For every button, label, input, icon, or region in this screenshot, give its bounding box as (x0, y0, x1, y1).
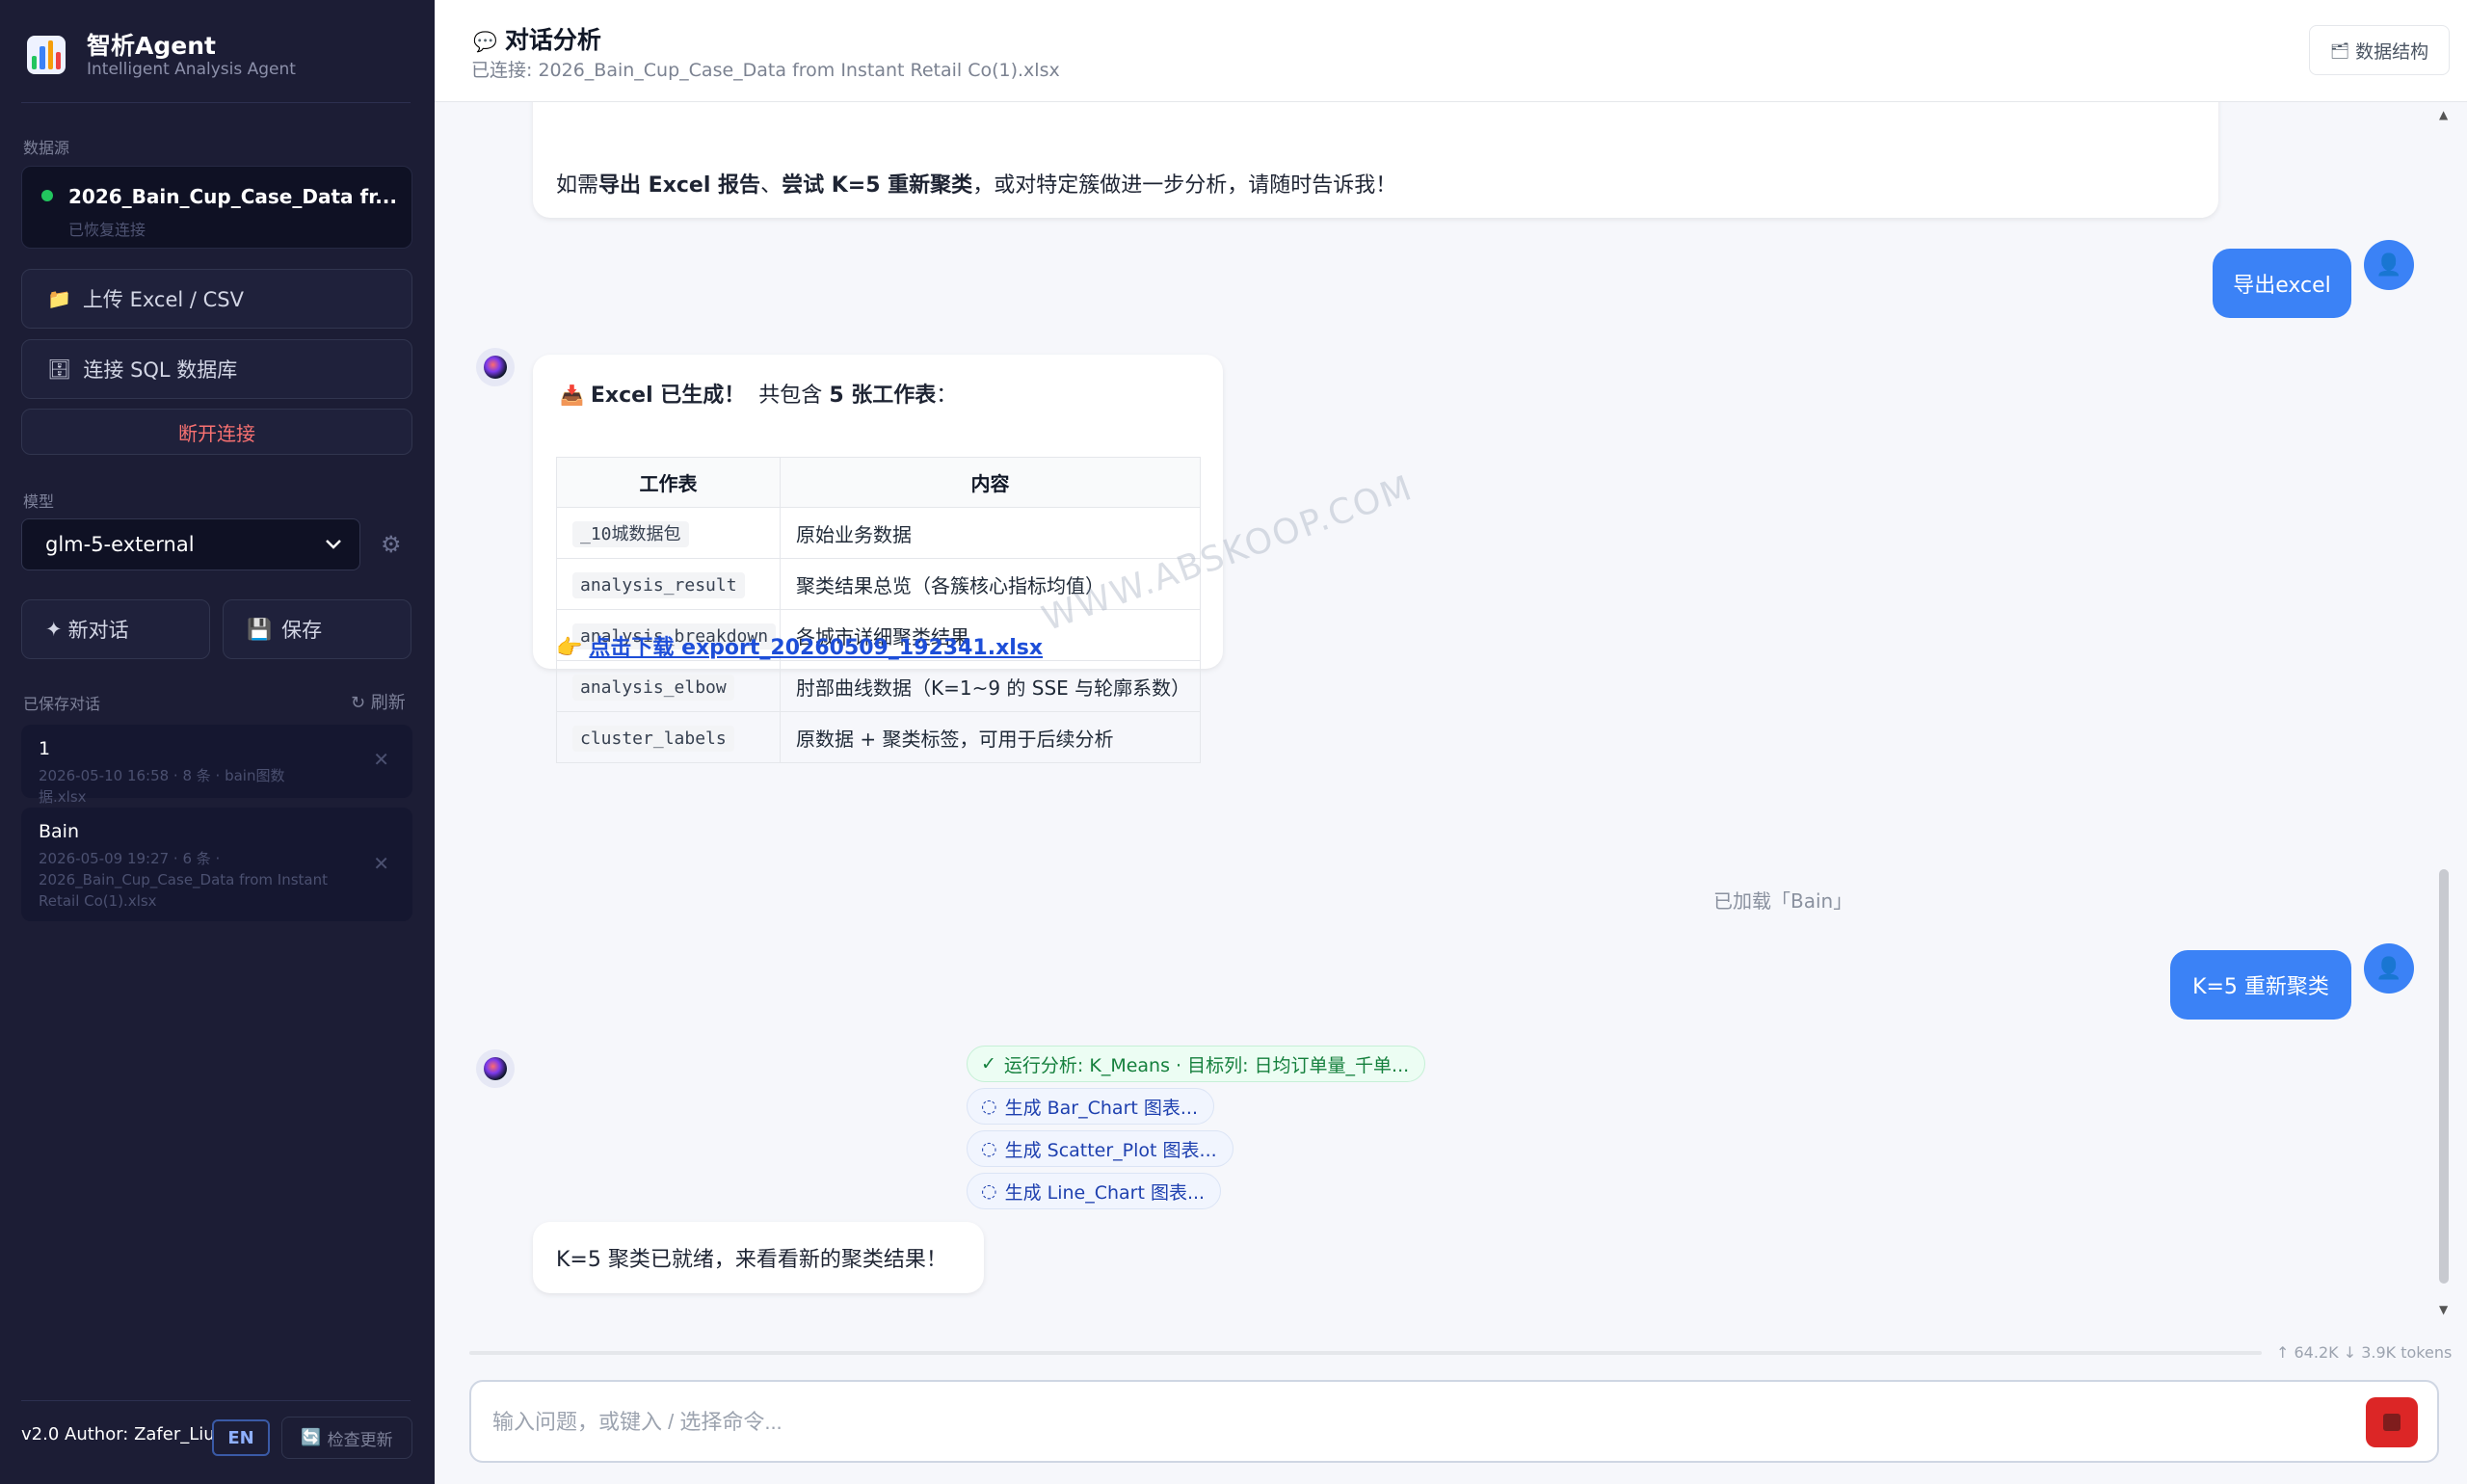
model-value: glm-5-external (45, 533, 195, 556)
conversation-title: 1 (39, 738, 51, 759)
stop-icon (2383, 1414, 2401, 1431)
version-author: v2.0 Author: Zafer_Liu (21, 1424, 215, 1444)
app-logo-icon (27, 36, 66, 74)
scroll-down-icon[interactable]: ▼ (2439, 1303, 2448, 1316)
floppy-icon: 💾 (247, 617, 273, 641)
connect-sql-button[interactable]: 🗄 连接 SQL 数据库 (21, 339, 412, 399)
step-pill: ✓ 运行分析: K_Means · 目标列: 日均订单量_千单... (967, 1046, 1426, 1082)
bot-avatar-icon (476, 1049, 515, 1088)
database-icon: 🗄 (47, 358, 72, 381)
schema-label: 数据结构 (2355, 40, 2429, 63)
check-icon: ✓ (981, 1053, 996, 1074)
language-toggle[interactable]: EN (212, 1419, 270, 1456)
scrollbar-thumb[interactable] (2439, 869, 2449, 1284)
step-pill: ◌ 生成 Line_Chart 图表... (967, 1173, 1222, 1209)
page-title: 💬 对话分析 (473, 26, 601, 54)
check-update-button[interactable]: 🔄 检查更新 (281, 1417, 412, 1459)
connect-sql-label: 连接 SQL 数据库 (83, 358, 238, 382)
conversation-meta: 2026-05-10 16:58 · 8 条 · bain图数据.xlsx (39, 767, 285, 806)
upload-button[interactable]: 📁 上传 Excel / CSV (21, 269, 412, 329)
datasource-card[interactable]: 2026_Bain_Cup_Case_Data fr... 已恢复连接 (21, 166, 412, 249)
spinner-icon: ◌ (981, 1096, 997, 1117)
model-select[interactable]: glm-5-external (21, 518, 360, 570)
token-progress-bar (469, 1351, 2262, 1355)
chat-input-box[interactable] (469, 1380, 2439, 1463)
upload-label: 上传 Excel / CSV (82, 288, 244, 311)
user-message: 导出excel (2213, 249, 2351, 318)
table-row: analysis_elbow 肘部曲线数据（K=1~9 的 SSE 与轮廓系数） (556, 660, 1201, 712)
chevron-down-icon (326, 540, 341, 549)
new-chat-button[interactable]: ✦ 新对话 (21, 599, 210, 659)
bot-message: 如需导出 Excel 报告、尝试 K=5 重新聚类，或对特定簇做进一步分析，请随… (533, 102, 2218, 218)
database-icon: 🗂 (2329, 40, 2350, 60)
scrollbar[interactable]: ▲ ▼ (2436, 108, 2452, 1316)
bot-message: 📥 Excel 已生成！ 共包含 5 张工作表： 工作表 内容 _10城数据包 原始… (533, 355, 1223, 763)
disconnect-button[interactable]: 断开连接 (21, 409, 412, 455)
download-row: 👉 点击下载 export_20260509_192341.xlsx (556, 630, 1043, 661)
close-icon[interactable]: ✕ (373, 748, 389, 771)
model-label: 模型 (23, 492, 55, 511)
app-subtitle: Intelligent Analysis Agent (87, 60, 296, 79)
inbox-tray-icon: 📥 (560, 384, 584, 407)
divider (21, 1400, 411, 1401)
chat-input[interactable] (492, 1401, 2131, 1444)
table-header: 内容 (780, 457, 1201, 508)
connection-status: 已连接: 2026_Bain_Cup_Case_Data from Instan… (471, 60, 1060, 81)
check-update-label: 检查更新 (327, 1430, 393, 1450)
excel-heading: 📥 Excel 已生成！ 共包含 5 张工作表： (560, 384, 958, 408)
stop-button[interactable] (2366, 1397, 2418, 1447)
save-label: 保存 (281, 619, 323, 642)
new-chat-label: 新对话 (67, 619, 129, 642)
schema-button[interactable]: 🗂 数据结构 (2309, 25, 2450, 75)
conversation-title: Bain (39, 821, 79, 842)
chat-area[interactable]: 如需导出 Excel 报告、尝试 K=5 重新聚类，或对特定簇做进一步分析，请随… (435, 102, 2452, 1324)
datasource-status: 已恢复连接 (68, 221, 146, 239)
table-header: 工作表 (556, 457, 781, 508)
datasource-label: 数据源 (23, 139, 70, 157)
table-row: _10城数据包 原始业务数据 (556, 507, 1201, 559)
speech-bubble-icon: 💬 (473, 30, 497, 53)
conversation-item[interactable]: 1 2026-05-10 16:58 · 8 条 · bain图数据.xlsx … (21, 725, 412, 806)
datasource-name: 2026_Bain_Cup_Case_Data fr... (68, 185, 397, 208)
spinner-icon: ◌ (981, 1180, 997, 1202)
sidebar: 智析Agent Intelligent Analysis Agent 数据源 2… (0, 0, 435, 1484)
conversation-meta: 2026-05-09 19:27 · 6 条 · 2026_Bain_Cup_C… (39, 850, 329, 910)
bot-avatar-icon (476, 348, 515, 386)
message-text: 如需导出 Excel 报告、尝试 K=5 重新聚类，或对特定簇做进一步分析，请随… (556, 173, 1397, 198)
user-message: K=5 重新聚类 (2170, 950, 2351, 1020)
table-row: cluster_labels 原数据 + 聚类标签，可用于后续分析 (556, 711, 1201, 763)
divider (21, 102, 411, 103)
step-pill: ◌ 生成 Scatter_Plot 图表... (967, 1130, 1234, 1167)
save-button[interactable]: 💾 保存 (223, 599, 411, 659)
refresh-button[interactable]: ↻ 刷新 (351, 689, 406, 714)
spinner-icon: ◌ (981, 1138, 997, 1159)
bot-message: K=5 聚类已就绪，来看看新的聚类结果！ (533, 1222, 984, 1293)
step-pill: ◌ 生成 Bar_Chart 图表... (967, 1088, 1214, 1125)
token-count: ↑ 64.2K ↓ 3.9K tokens (2276, 1343, 2453, 1362)
app-name: 智析Agent (87, 32, 216, 60)
folder-icon: 📁 (47, 287, 71, 310)
header: 💬 对话分析 已连接: 2026_Bain_Cup_Case_Data from … (435, 0, 2467, 102)
gear-icon[interactable]: ⚙ (381, 531, 402, 558)
user-avatar-icon: 👤 (2364, 240, 2414, 290)
saved-label: 已保存对话 (23, 695, 101, 713)
close-icon[interactable]: ✕ (373, 852, 389, 875)
refresh-icon: 🔄 (301, 1428, 322, 1447)
system-note: 已加载「Bain」 (1713, 889, 1853, 913)
status-dot-icon (41, 190, 53, 201)
scroll-up-icon[interactable]: ▲ (2439, 108, 2448, 121)
user-avatar-icon: 👤 (2364, 943, 2414, 994)
pointing-hand-icon: 👉 (556, 636, 583, 660)
download-link[interactable]: 点击下载 export_20260509_192341.xlsx (589, 636, 1043, 660)
sparkle-icon: ✦ (45, 618, 63, 641)
conversation-item[interactable]: Bain 2026-05-09 19:27 · 6 条 · 2026_Bain_… (21, 808, 412, 921)
